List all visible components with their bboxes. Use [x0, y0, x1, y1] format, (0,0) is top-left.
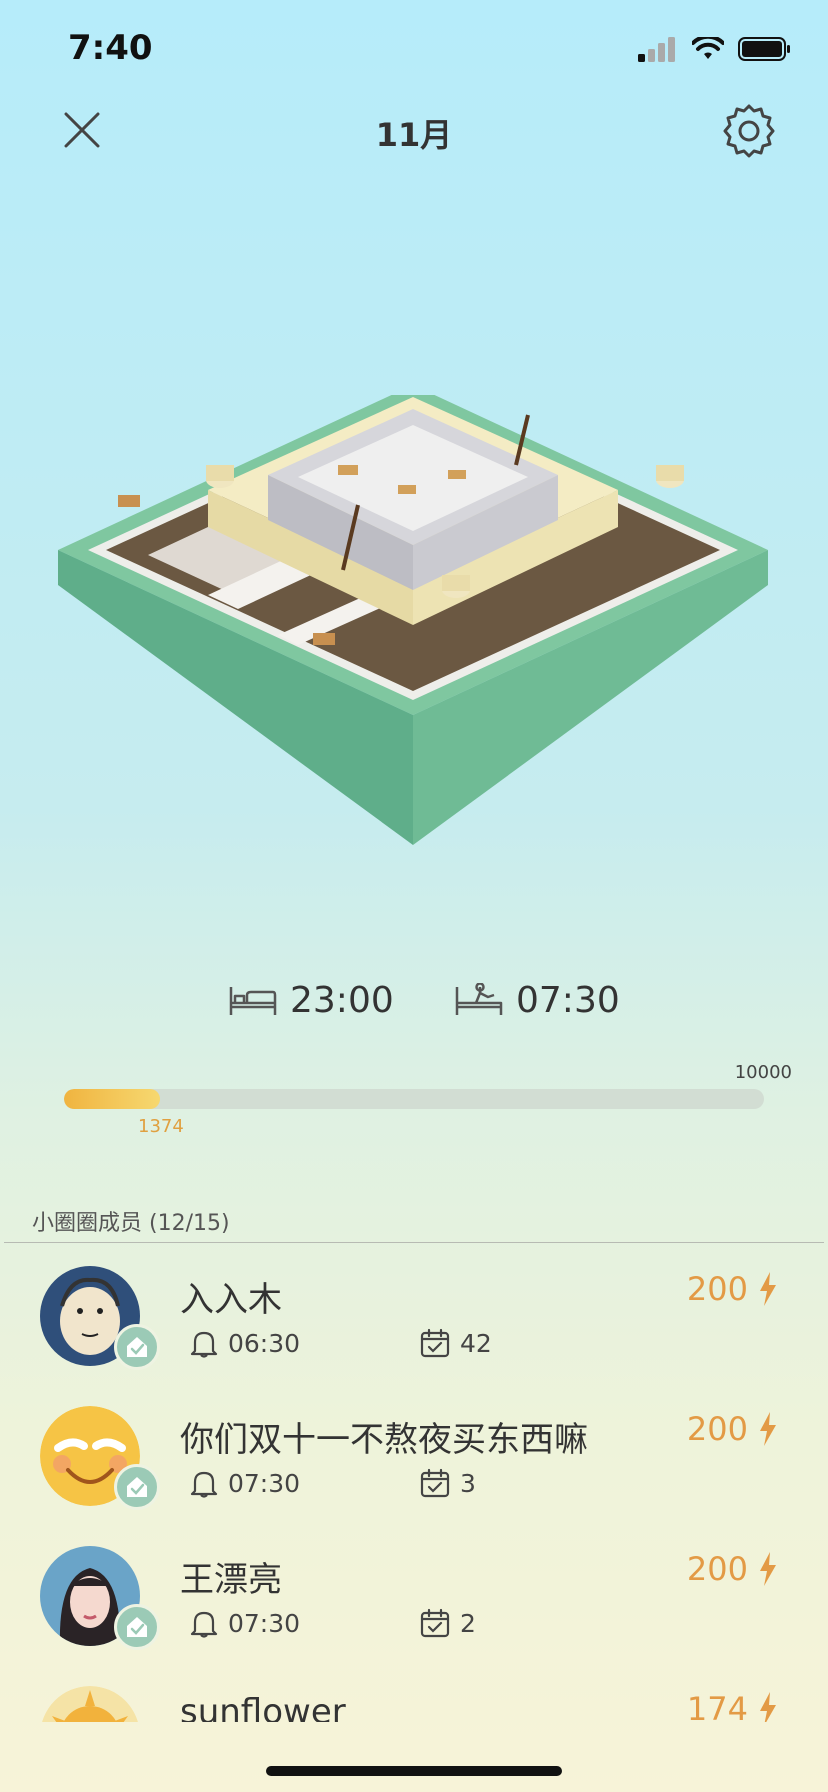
- member-days-count: 3: [460, 1468, 476, 1498]
- calendar-check-icon: [420, 1468, 450, 1498]
- member-row[interactable]: sunflower 174: [0, 1686, 828, 1722]
- wake-up-icon: [455, 982, 503, 1015]
- status-time: 7:40: [68, 28, 153, 68]
- lightning-icon: [760, 1412, 776, 1446]
- gear-icon: [723, 104, 775, 158]
- bedtime[interactable]: 23:00: [228, 980, 394, 1021]
- verified-badge: [114, 1324, 160, 1370]
- member-alarm: 07:30: [190, 1468, 300, 1498]
- member-name: sunflower: [180, 1692, 346, 1722]
- calendar-check-icon: [420, 1328, 450, 1358]
- member-alarm-time: 07:30: [228, 1608, 301, 1638]
- member-name: 王漂亮: [180, 1560, 282, 1600]
- avatar[interactable]: [40, 1686, 140, 1722]
- battery-icon: [738, 37, 790, 61]
- divider: [4, 1242, 824, 1243]
- bell-icon: [190, 1331, 218, 1358]
- member-name: 入入木: [180, 1280, 282, 1320]
- home-indicator[interactable]: [266, 1766, 562, 1776]
- calendar-check-icon: [420, 1608, 450, 1638]
- status-icons: [638, 36, 792, 62]
- member-name: 你们双十一不熬夜买东西嘛: [180, 1420, 588, 1460]
- avatar[interactable]: [40, 1266, 160, 1370]
- settings-button[interactable]: [720, 102, 778, 160]
- nav-bar: 11月: [0, 100, 828, 164]
- building-scene: [58, 385, 768, 855]
- wakeup-time[interactable]: 07:30: [454, 980, 620, 1021]
- member-checkin-days: 2: [420, 1608, 476, 1638]
- bedtime-value: 23:00: [290, 980, 394, 1021]
- member-energy: 200: [687, 1270, 778, 1308]
- home-check-icon: [127, 1617, 147, 1637]
- member-days-count: 42: [460, 1328, 492, 1358]
- progress-max: 10000: [734, 1062, 792, 1083]
- signal-icon: [638, 37, 675, 62]
- bed-icon: [229, 986, 277, 1015]
- bell-icon: [190, 1471, 218, 1498]
- bell-icon: [190, 1611, 218, 1638]
- avatar[interactable]: [40, 1406, 160, 1510]
- verified-badge: [114, 1604, 160, 1650]
- progress-bar: [64, 1089, 764, 1109]
- wifi-icon: [692, 37, 724, 59]
- member-checkin-days: 3: [420, 1468, 476, 1498]
- avatar-image: [40, 1686, 140, 1722]
- progress-current: 1374: [138, 1116, 184, 1137]
- member-energy-value: 200: [686, 1410, 748, 1448]
- wakeup-value: 07:30: [516, 980, 620, 1021]
- member-row[interactable]: 你们双十一不熬夜买东西嘛 07:30 3 200: [0, 1406, 828, 1546]
- member-alarm-time: 06:30: [228, 1328, 301, 1358]
- member-energy: 200: [687, 1410, 778, 1448]
- member-row[interactable]: 入入木 06:30 42 200: [0, 1266, 828, 1406]
- sleep-schedule: 23:00 07:30: [0, 980, 828, 1040]
- member-alarm: 07:30: [190, 1608, 300, 1638]
- lightning-icon: [760, 1272, 776, 1306]
- avatar[interactable]: [40, 1546, 160, 1650]
- member-days-count: 2: [460, 1608, 476, 1638]
- member-alarm: 06:30: [190, 1328, 300, 1358]
- member-energy-value: 200: [686, 1550, 748, 1588]
- lightning-icon: [760, 1692, 776, 1722]
- member-energy-value: 200: [686, 1270, 748, 1308]
- progress-fill: [64, 1089, 161, 1109]
- member-energy-value: 174: [686, 1690, 748, 1722]
- status-bar: 7:40: [0, 0, 828, 100]
- member-checkin-days: 42: [420, 1328, 492, 1358]
- verified-badge: [114, 1464, 160, 1510]
- home-check-icon: [127, 1477, 147, 1497]
- home-check-icon: [127, 1337, 147, 1357]
- member-energy: 200: [687, 1550, 778, 1588]
- construction-illustration: [58, 385, 768, 845]
- member-alarm-time: 07:30: [228, 1468, 301, 1498]
- page-title: 11月: [375, 116, 453, 154]
- members-title: 小圈圈成员 (12/15): [32, 1211, 230, 1236]
- lightning-icon: [760, 1552, 776, 1586]
- member-energy: 174: [687, 1690, 778, 1722]
- member-row[interactable]: 王漂亮 07:30 2 200: [0, 1546, 828, 1686]
